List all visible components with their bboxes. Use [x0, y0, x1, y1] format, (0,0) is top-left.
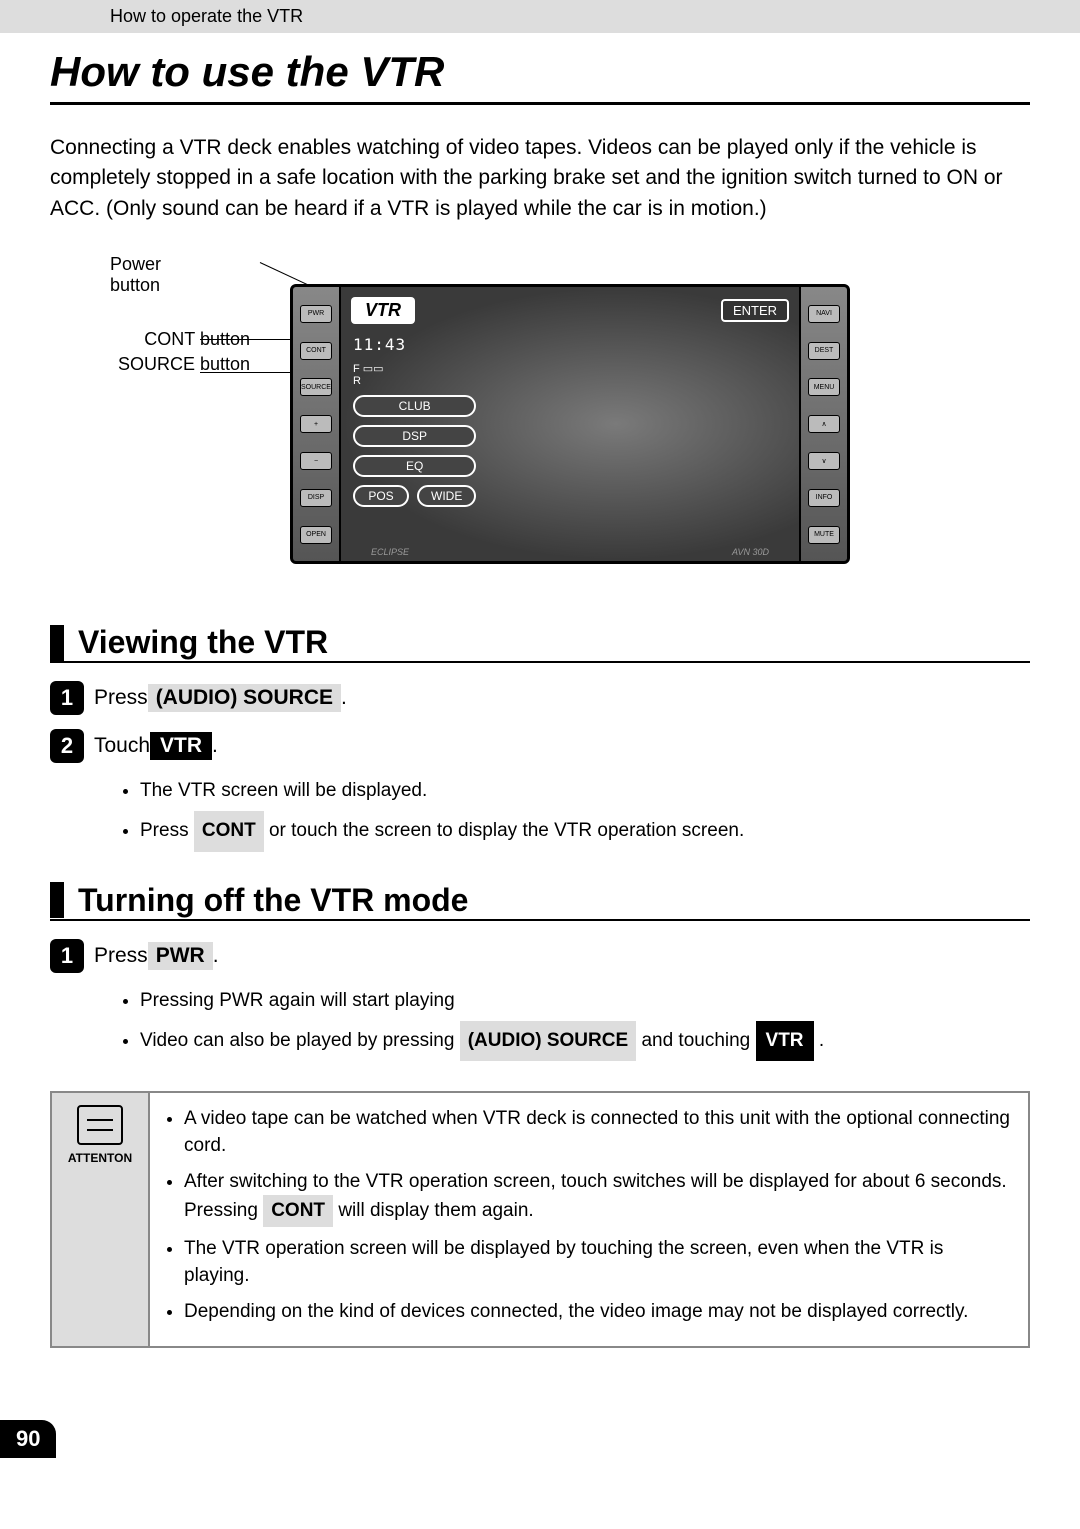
section-viewing-title: Viewing the VTR	[78, 624, 328, 661]
device-left-buttons: PWR CONT SOURCE + − DISP OPEN	[293, 287, 339, 561]
attention-box: ATTENTON A video tape can be watched whe…	[50, 1091, 1030, 1348]
menu-button-icon: MENU	[808, 378, 840, 396]
step-number: 1	[50, 681, 84, 715]
audio-source-button-label: (AUDIO) SOURCE	[460, 1021, 636, 1061]
vtr-button-label: VTR	[756, 1021, 814, 1061]
intro-paragraph: Connecting a VTR deck enables watching o…	[50, 133, 1030, 224]
step-text: Press	[94, 686, 148, 710]
step-1-turnoff: 1 Press PWR .	[50, 939, 1030, 973]
pwr-button-label: PWR	[148, 942, 213, 970]
cont-button-icon: CONT	[300, 342, 332, 360]
bullet-text: Press	[140, 820, 194, 841]
soft-club-button: CLUB	[353, 395, 476, 417]
attention-item: A video tape can be watched when VTR dec…	[184, 1105, 1012, 1160]
vtr-button-label: VTR	[150, 732, 212, 760]
plus-button-icon: +	[300, 415, 332, 433]
step-1-viewing: 1 Press (AUDIO) SOURCE .	[50, 681, 1030, 715]
audio-source-button-label: (AUDIO) SOURCE	[148, 684, 341, 712]
down-button-icon: ∨	[808, 452, 840, 470]
step-2-viewing: 2 Touch VTR .	[50, 729, 1030, 763]
step-text: Touch	[94, 734, 150, 758]
page-title: How to use the VTR	[50, 48, 1030, 105]
step-text: Press	[94, 944, 148, 968]
bullet-item: The VTR screen will be displayed.	[140, 773, 1030, 809]
cont-button-label: CONT	[194, 811, 264, 851]
viewing-bullets: The VTR screen will be displayed. Press …	[140, 773, 1030, 851]
pointer-line	[200, 339, 295, 340]
up-button-icon: ∧	[808, 415, 840, 433]
source-button-icon: SOURCE	[300, 378, 332, 396]
soft-wide-button: WIDE	[417, 485, 476, 507]
step-number: 2	[50, 729, 84, 763]
device-screen: PWR CONT SOURCE + − DISP OPEN VTR ENTER …	[290, 284, 850, 564]
bullet-text: Video can also be played by pressing	[140, 1030, 460, 1051]
pointer-line	[200, 372, 295, 373]
screen-vtr-tag: VTR	[351, 297, 415, 324]
bullet-text: or touch the screen to display the VTR o…	[269, 820, 744, 841]
dest-button-icon: DEST	[808, 342, 840, 360]
callout-power: Power button	[110, 254, 161, 296]
disp-button-icon: DISP	[300, 489, 332, 507]
device-touchscreen: VTR ENTER 11:43 F ▭▭R CLUB DSP EQ POS WI…	[339, 287, 801, 561]
attention-item: After switching to the VTR operation scr…	[184, 1168, 1012, 1227]
step-suffix: .	[213, 944, 219, 968]
brand-model: AVN 30D	[732, 547, 769, 557]
soft-eq-button: EQ	[353, 455, 476, 477]
device-right-buttons: NAVI DEST MENU ∧ ∨ INFO MUTE	[801, 287, 847, 561]
screen-enter-button: ENTER	[721, 299, 789, 322]
attention-item: Depending on the kind of devices connect…	[184, 1298, 1012, 1326]
screen-time: 11:43	[353, 335, 476, 354]
turnoff-bullets: Pressing PWR again will start playing Vi…	[140, 983, 1030, 1061]
section-viewing-header: Viewing the VTR	[50, 624, 1030, 663]
section-turnoff-header: Turning off the VTR mode	[50, 882, 1030, 921]
book-icon	[77, 1105, 123, 1145]
cont-button-label: CONT	[263, 1195, 333, 1227]
device-diagram: Power button CONT button SOURCE button P…	[50, 254, 1030, 584]
bullet-item: Video can also be played by pressing (AU…	[140, 1021, 1030, 1061]
step-number: 1	[50, 939, 84, 973]
attention-icon-column: ATTENTON	[52, 1093, 150, 1346]
step-suffix: .	[212, 734, 218, 758]
bullet-text: and touching	[641, 1030, 755, 1051]
minus-button-icon: −	[300, 452, 332, 470]
page-number: 90	[0, 1420, 56, 1458]
soft-pos-button: POS	[353, 485, 409, 507]
bullet-item: Pressing PWR again will start playing	[140, 983, 1030, 1019]
section-turnoff-title: Turning off the VTR mode	[78, 882, 468, 919]
bullet-text: .	[819, 1030, 824, 1051]
mute-button-icon: MUTE	[808, 526, 840, 544]
attention-item: The VTR operation screen will be display…	[184, 1235, 1012, 1290]
attention-label: ATTENTON	[68, 1151, 132, 1165]
header-breadcrumb: How to operate the VTR	[0, 0, 1080, 33]
info-button-icon: INFO	[808, 489, 840, 507]
step-suffix: .	[341, 686, 347, 710]
bullet-item: Press CONT or touch the screen to displa…	[140, 811, 1030, 851]
brand-eclipse: ECLIPSE	[371, 547, 409, 557]
soft-dsp-button: DSP	[353, 425, 476, 447]
pwr-button-icon: PWR	[300, 305, 332, 323]
attention-text: will display them again.	[338, 1200, 533, 1221]
navi-button-icon: NAVI	[808, 305, 840, 323]
open-button-icon: OPEN	[300, 526, 332, 544]
